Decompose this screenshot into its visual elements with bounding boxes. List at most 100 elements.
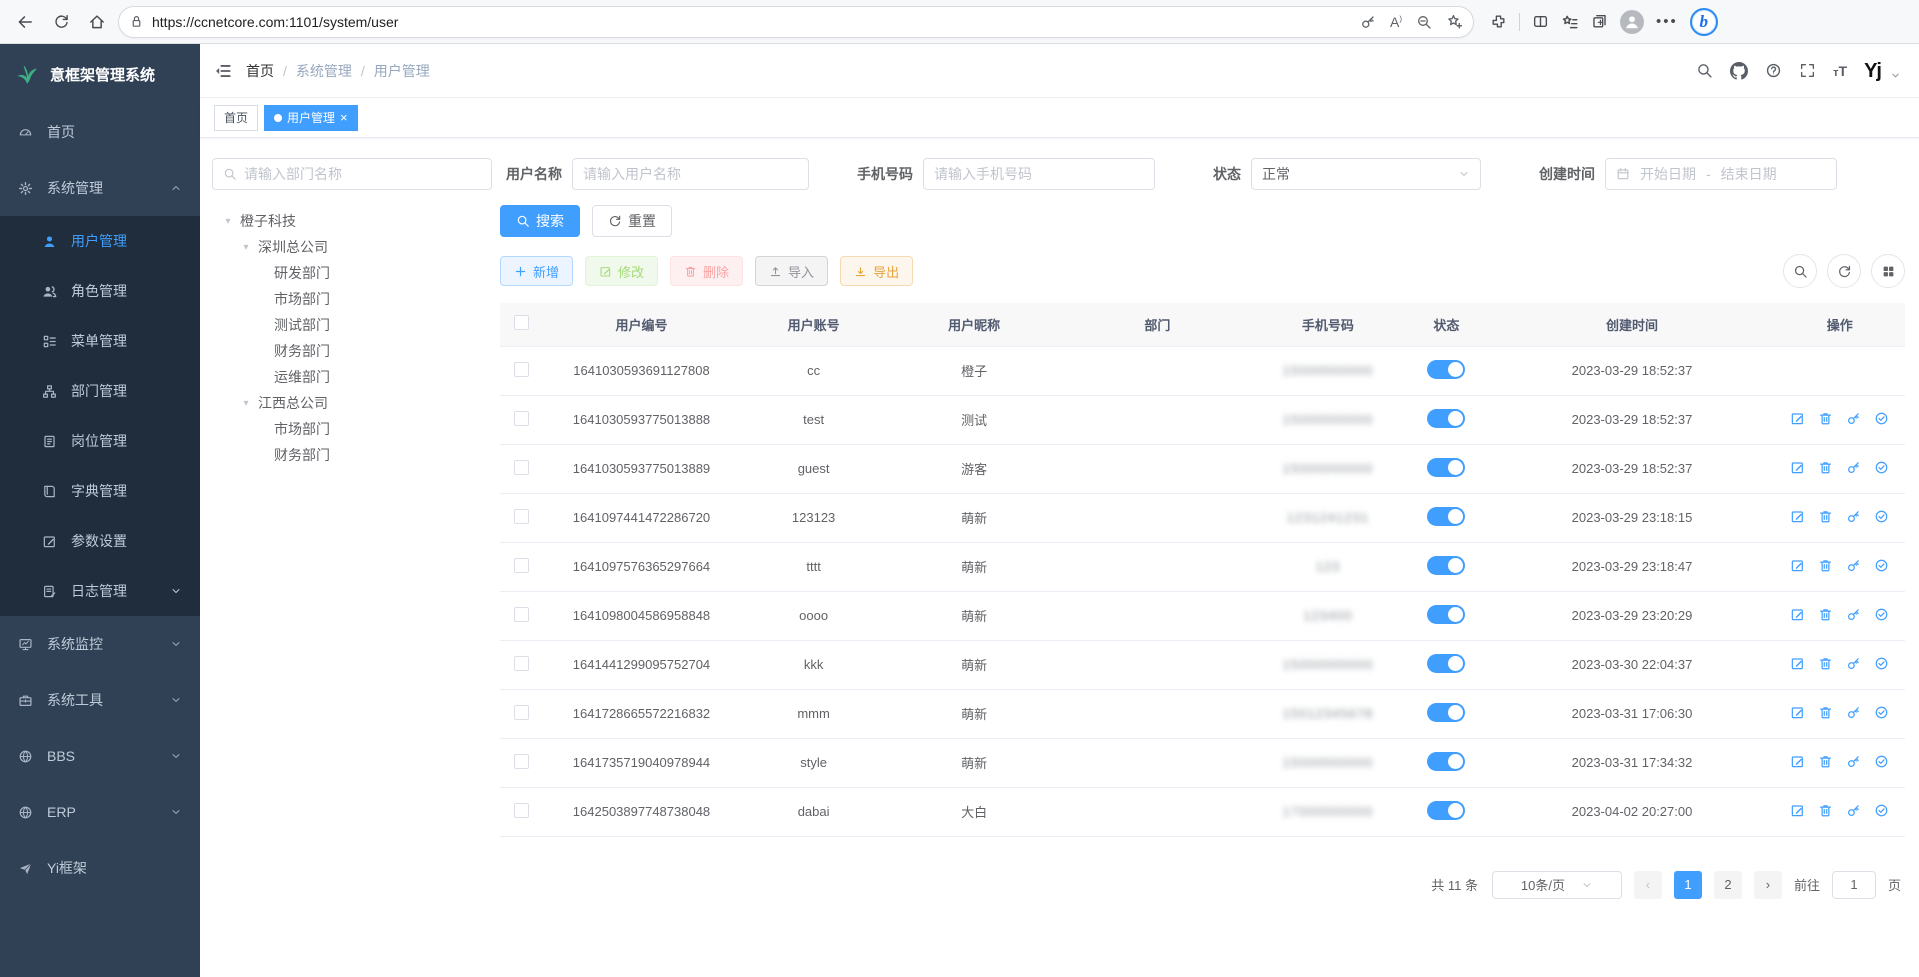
- row-delete-icon[interactable]: [1818, 460, 1833, 475]
- show-search-toggle-button[interactable]: [1783, 254, 1817, 288]
- department-search-box[interactable]: [212, 158, 492, 190]
- row-delete-icon[interactable]: [1818, 705, 1833, 720]
- tree-node-dept[interactable]: 测试部门: [212, 312, 492, 338]
- tab-home[interactable]: 首页: [214, 105, 258, 131]
- caret-down-icon[interactable]: ▾: [240, 398, 252, 409]
- favorite-add-icon[interactable]: [1446, 13, 1463, 30]
- app-logo[interactable]: 意框架管理系统: [0, 44, 200, 104]
- tab-user-management[interactable]: 用户管理 ×: [264, 105, 358, 131]
- row-reset-password-icon[interactable]: [1846, 705, 1861, 720]
- sidebar-item-user-management[interactable]: 用户管理: [0, 216, 200, 266]
- row-edit-icon[interactable]: [1790, 411, 1805, 426]
- row-checkbox[interactable]: [514, 656, 529, 671]
- status-toggle[interactable]: [1427, 556, 1465, 575]
- status-toggle[interactable]: [1427, 654, 1465, 673]
- username-input[interactable]: [572, 158, 809, 190]
- browser-home-button[interactable]: [82, 7, 112, 37]
- split-screen-icon[interactable]: [1532, 13, 1549, 30]
- status-toggle[interactable]: [1427, 458, 1465, 477]
- next-page-button[interactable]: ›: [1754, 871, 1782, 899]
- row-checkbox[interactable]: [514, 705, 529, 720]
- tree-node-dept[interactable]: 研发部门: [212, 260, 492, 286]
- row-assign-role-icon[interactable]: [1874, 656, 1889, 671]
- delete-button[interactable]: 删除: [670, 256, 743, 286]
- department-search-input[interactable]: [244, 166, 481, 182]
- goto-page-input[interactable]: [1832, 871, 1876, 899]
- sidebar-item-dict-management[interactable]: 字典管理: [0, 466, 200, 516]
- row-assign-role-icon[interactable]: [1874, 509, 1889, 524]
- sidebar-item-home[interactable]: 首页: [0, 104, 200, 160]
- row-assign-role-icon[interactable]: [1874, 803, 1889, 818]
- caret-down-icon[interactable]: ▾: [240, 242, 252, 253]
- column-settings-button[interactable]: [1871, 254, 1905, 288]
- row-checkbox[interactable]: [514, 509, 529, 524]
- select-all-checkbox[interactable]: [514, 315, 529, 330]
- tree-node-branch[interactable]: ▾深圳总公司: [212, 234, 492, 260]
- sidebar-item-system-monitor[interactable]: 系统监控: [0, 616, 200, 672]
- row-edit-icon[interactable]: [1790, 754, 1805, 769]
- row-checkbox[interactable]: [514, 411, 529, 426]
- row-assign-role-icon[interactable]: [1874, 460, 1889, 475]
- refresh-table-button[interactable]: [1827, 254, 1861, 288]
- lock-icon[interactable]: [129, 14, 144, 29]
- sidebar-item-menu-management[interactable]: 菜单管理: [0, 316, 200, 366]
- status-toggle[interactable]: [1427, 605, 1465, 624]
- page-size-select[interactable]: 10条/页: [1492, 871, 1622, 899]
- row-reset-password-icon[interactable]: [1846, 656, 1861, 671]
- date-range-picker[interactable]: 开始日期 - 结束日期: [1605, 158, 1837, 190]
- browser-refresh-button[interactable]: [46, 7, 76, 37]
- sidebar-item-dept-management[interactable]: 部门管理: [0, 366, 200, 416]
- row-delete-icon[interactable]: [1818, 509, 1833, 524]
- row-reset-password-icon[interactable]: [1846, 509, 1861, 524]
- row-delete-icon[interactable]: [1818, 803, 1833, 818]
- prev-page-button[interactable]: ‹: [1634, 871, 1662, 899]
- favorites-bar-icon[interactable]: [1561, 13, 1579, 31]
- row-reset-password-icon[interactable]: [1846, 558, 1861, 573]
- status-toggle[interactable]: [1427, 360, 1465, 379]
- breadcrumb-home[interactable]: 首页: [246, 61, 274, 81]
- row-edit-icon[interactable]: [1790, 656, 1805, 671]
- avatar-caret-icon[interactable]: [1890, 70, 1901, 81]
- row-assign-role-icon[interactable]: [1874, 754, 1889, 769]
- phone-input[interactable]: [923, 158, 1155, 190]
- collections-icon[interactable]: [1591, 13, 1608, 30]
- zoom-out-icon[interactable]: [1416, 14, 1432, 30]
- fullscreen-icon[interactable]: [1799, 62, 1816, 79]
- status-toggle[interactable]: [1427, 752, 1465, 771]
- sidebar-item-post-management[interactable]: 岗位管理: [0, 416, 200, 466]
- row-edit-icon[interactable]: [1790, 705, 1805, 720]
- tree-node-dept[interactable]: 运维部门: [212, 364, 492, 390]
- row-checkbox[interactable]: [514, 558, 529, 573]
- add-button[interactable]: 新增: [500, 256, 573, 286]
- row-edit-icon[interactable]: [1790, 558, 1805, 573]
- browser-back-button[interactable]: [10, 7, 40, 37]
- sidebar-item-log-management[interactable]: 日志管理: [0, 566, 200, 616]
- row-reset-password-icon[interactable]: [1846, 607, 1861, 622]
- password-key-icon[interactable]: [1360, 14, 1376, 30]
- row-checkbox[interactable]: [514, 460, 529, 475]
- row-reset-password-icon[interactable]: [1846, 803, 1861, 818]
- tree-node-branch[interactable]: ▾江西总公司: [212, 390, 492, 416]
- header-search-icon[interactable]: [1696, 62, 1713, 79]
- search-button[interactable]: 搜索: [500, 205, 580, 237]
- row-edit-icon[interactable]: [1790, 803, 1805, 818]
- row-reset-password-icon[interactable]: [1846, 411, 1861, 426]
- status-toggle[interactable]: [1427, 801, 1465, 820]
- read-aloud-icon[interactable]: A): [1390, 14, 1402, 30]
- tab-close-icon[interactable]: ×: [340, 111, 348, 124]
- help-icon[interactable]: [1765, 62, 1782, 79]
- row-assign-role-icon[interactable]: [1874, 607, 1889, 622]
- extensions-icon[interactable]: [1490, 13, 1507, 30]
- row-delete-icon[interactable]: [1818, 656, 1833, 671]
- sidebar-item-system-tools[interactable]: 系统工具: [0, 672, 200, 728]
- url-text[interactable]: https://ccnetcore.com:1101/system/user: [152, 14, 1352, 30]
- page-button-1[interactable]: 1: [1674, 871, 1702, 899]
- sidebar-item-yi-framework[interactable]: Yi框架: [0, 840, 200, 896]
- tree-node-dept[interactable]: 市场部门: [212, 416, 492, 442]
- sidebar-item-param-settings[interactable]: 参数设置: [0, 516, 200, 566]
- export-button[interactable]: 导出: [840, 256, 913, 286]
- row-reset-password-icon[interactable]: [1846, 754, 1861, 769]
- tree-node-company[interactable]: ▾橙子科技: [212, 208, 492, 234]
- row-edit-icon[interactable]: [1790, 460, 1805, 475]
- row-checkbox[interactable]: [514, 803, 529, 818]
